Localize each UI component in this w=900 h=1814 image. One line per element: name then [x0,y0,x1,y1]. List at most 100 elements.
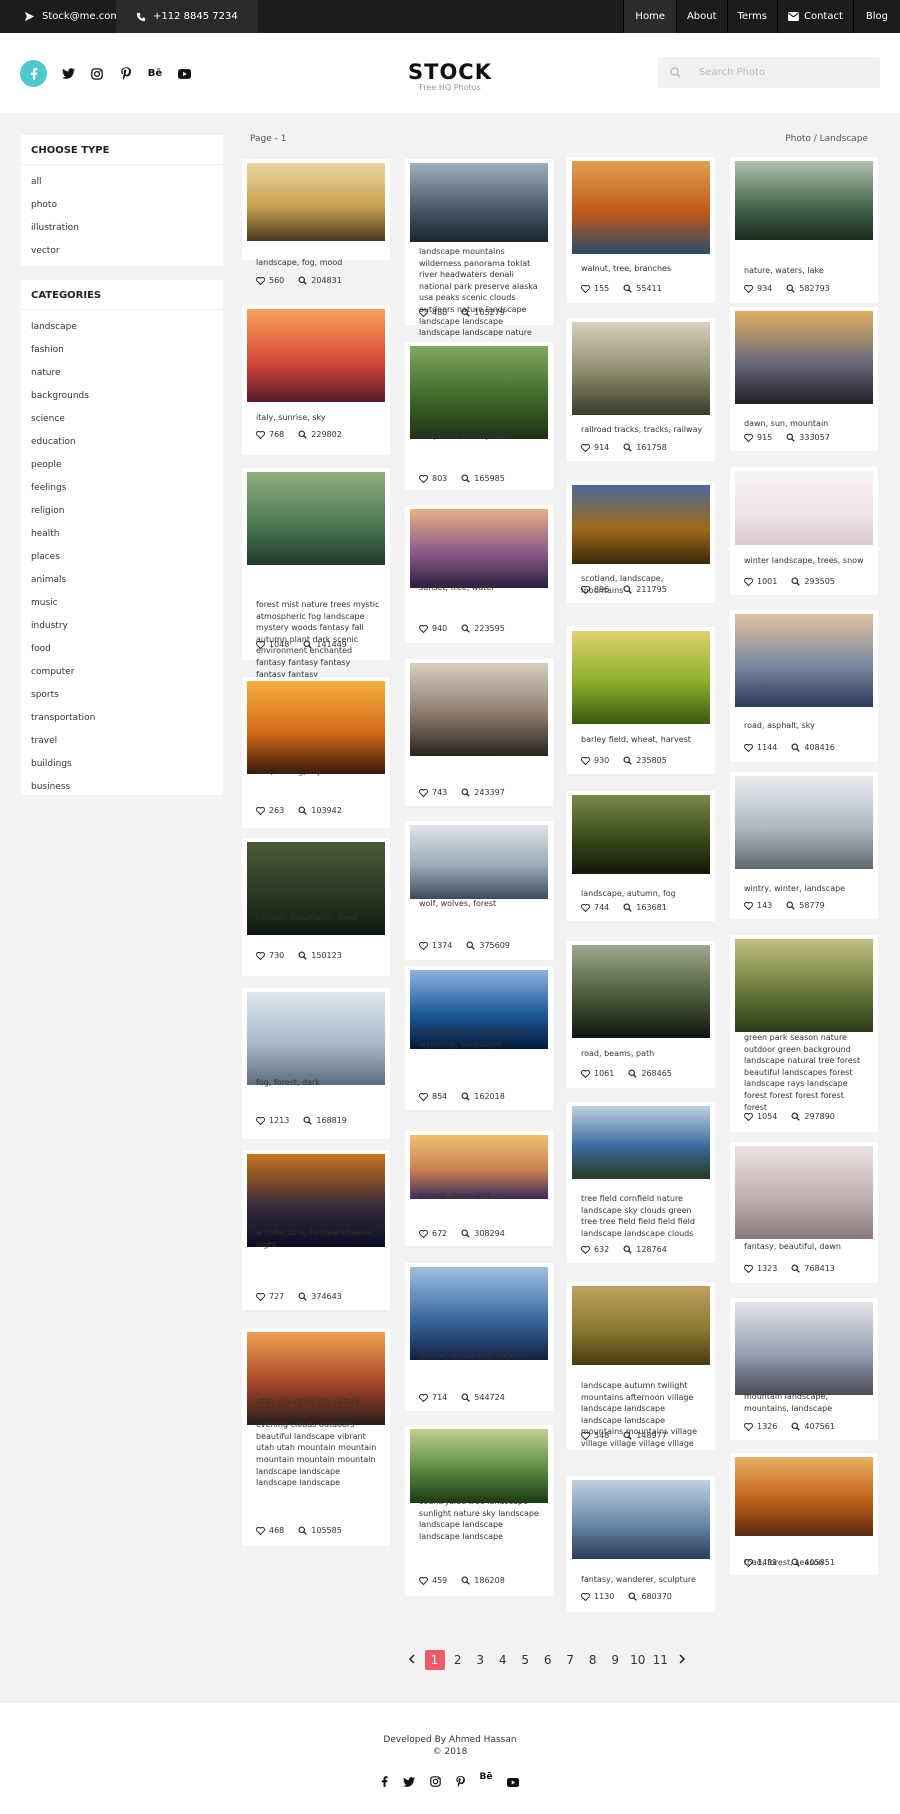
zoom-icon[interactable] [786,284,795,293]
category-item[interactable]: animals [31,569,213,592]
zoom-icon[interactable] [786,433,795,442]
category-item[interactable]: music [31,592,213,615]
heart-icon[interactable] [744,433,753,442]
photo-card[interactable]: italy, sunrise, sky 768 229802 [242,305,390,455]
photo-thumbnail[interactable] [572,161,710,254]
zoom-icon[interactable] [298,951,307,960]
zoom-icon[interactable] [623,1431,632,1440]
photo-card[interactable]: sunset, dawn, nature 672 308294 [405,1131,553,1246]
photo-thumbnail[interactable] [572,322,710,415]
zoom-icon[interactable] [786,901,795,910]
photo-tags[interactable]: italy, sunrise, sky [256,412,380,424]
zoom-icon[interactable] [303,640,313,649]
photo-card[interactable]: fantasy, wanderer, sculpture 1130 680370 [567,1476,715,1612]
type-filter-item[interactable]: vector [31,240,213,263]
phone-contact[interactable]: +112 8845 7234 [116,0,258,33]
page-number-8[interactable]: 8 [582,1650,605,1670]
page-number-4[interactable]: 4 [492,1650,515,1670]
category-item[interactable]: landscape [31,316,213,339]
photo-thumbnail[interactable] [735,614,873,707]
zoom-icon[interactable] [303,1116,313,1125]
photo-tags[interactable]: fantasy, wanderer, sculpture [581,1574,705,1586]
category-item[interactable]: backgrounds [31,385,213,408]
category-item[interactable]: industry [31,615,213,638]
category-item[interactable]: sports [31,684,213,707]
page-number-10[interactable]: 10 [627,1650,650,1670]
photo-thumbnail[interactable] [735,471,873,545]
photo-tags[interactable]: walnut, tree, branches [581,263,705,275]
category-item[interactable]: places [31,546,213,569]
photo-card[interactable]: winter landscape, trees, snow 1001 293505 [730,467,878,595]
page-number-2[interactable]: 2 [447,1650,470,1670]
photo-tags[interactable]: wolf, wolves, forest [419,898,543,910]
heart-icon[interactable] [419,788,428,797]
photo-tags[interactable]: green park season nature outdoor green b… [744,1032,868,1113]
photo-card[interactable]: canyon, mountains, deep 730 150123 [242,838,390,976]
next-page-button[interactable] [672,1650,695,1670]
zoom-icon[interactable] [298,1526,307,1535]
zoom-icon[interactable] [623,903,632,912]
photo-card[interactable]: mountain landscape, mountains, landscape… [730,1298,878,1440]
zoom-icon[interactable] [461,474,470,483]
photo-card[interactable]: countryside tree landscape sunlight natu… [405,1425,553,1596]
photo-card[interactable]: dawn, sun, mountain 915 333057 [730,307,878,451]
photo-card[interactable]: road, asphalt, sky 1144 408416 [730,610,878,762]
heart-icon[interactable] [256,640,265,649]
heart-icon[interactable] [581,1592,590,1601]
photo-thumbnail[interactable] [735,1457,873,1536]
category-item[interactable]: health [31,523,213,546]
photo-thumbnail[interactable] [572,1106,710,1179]
heart-icon[interactable] [256,1292,265,1301]
nav-contact[interactable]: Contact [778,0,853,33]
photo-thumbnail[interactable] [410,825,548,899]
search-input[interactable]: Search Photo [658,57,880,88]
zoom-icon[interactable] [461,624,470,633]
heart-icon[interactable] [419,1393,428,1402]
heart-icon[interactable] [581,1245,590,1254]
heart-icon[interactable] [581,1069,590,1078]
photo-thumbnail[interactable] [247,163,385,241]
heart-icon[interactable] [744,1112,753,1121]
category-item[interactable]: travel [31,730,213,753]
photo-tags[interactable]: lone tree, tree, oak [419,745,543,757]
photo-thumbnail[interactable] [572,945,710,1038]
category-item[interactable]: transportation [31,707,213,730]
page-number-11[interactable]: 11 [649,1650,672,1670]
heart-icon[interactable] [419,474,428,483]
photo-card[interactable]: landscape, autumn, fog 744 163681 [567,791,715,921]
breadcrumb[interactable]: Photo / Landscape [785,134,868,144]
zoom-icon[interactable] [461,308,470,317]
heart-icon[interactable] [419,1576,428,1585]
photo-card[interactable]: landscape, fog, mood 560 204831 [242,159,390,285]
photo-thumbnail[interactable] [247,681,385,774]
page-number-6[interactable]: 6 [537,1650,560,1670]
zoom-icon[interactable] [623,443,632,452]
zoom-icon[interactable] [298,276,307,285]
heart-icon[interactable] [581,1431,590,1440]
photo-tags[interactable]: sunset, dawn, nature [419,1190,543,1202]
heart-icon[interactable] [581,284,590,293]
photo-tags[interactable]: canyon, mountains, deep [256,912,380,924]
photo-thumbnail[interactable] [735,939,873,1032]
photo-tags[interactable]: landscape, fog, mood [256,257,380,269]
page-number-5[interactable]: 5 [514,1650,537,1670]
photo-card[interactable]: fog, forest, dark 1213 168819 [242,988,390,1139]
zoom-icon[interactable] [623,585,632,594]
heart-icon[interactable] [581,903,590,912]
photo-thumbnail[interactable] [572,795,710,874]
zoom-icon[interactable] [461,1576,470,1585]
heart-icon[interactable] [256,806,265,815]
photo-card[interactable]: landscape autumn twilight mountains afte… [567,1282,715,1450]
zoom-icon[interactable] [791,1558,801,1567]
heart-icon[interactable] [744,901,753,910]
photo-thumbnail[interactable] [247,472,385,565]
photo-thumbnail[interactable] [572,485,710,564]
heart-icon[interactable] [744,1264,753,1273]
photo-card[interactable]: fantasy, beautiful, dawn 1323 768413 [730,1142,878,1283]
photo-thumbnail[interactable] [735,311,873,404]
category-item[interactable]: religion [31,500,213,523]
photo-thumbnail[interactable] [410,1267,548,1360]
photo-tags[interactable]: winter landscape, trees, snow [744,555,868,567]
nav-home[interactable]: Home [624,0,676,33]
photo-tags[interactable]: road, asphalt, sky [744,720,868,732]
